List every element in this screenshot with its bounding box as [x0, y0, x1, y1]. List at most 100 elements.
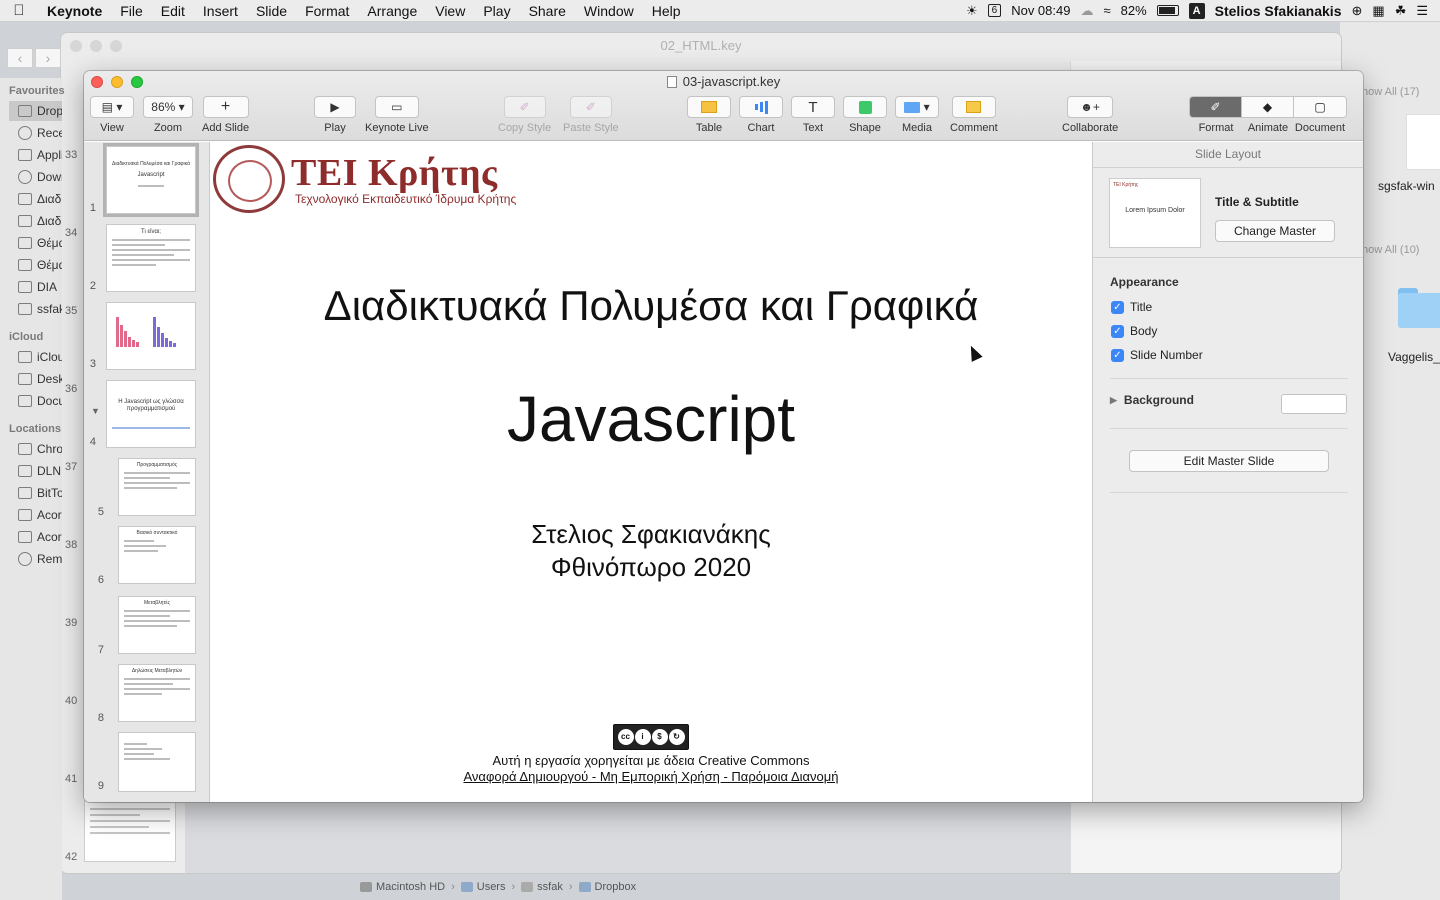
shape-button[interactable]: Shape	[843, 96, 887, 134]
animate-icon[interactable]: ◆	[1242, 97, 1294, 117]
sidebar-item-location[interactable]: Remote Disc	[18, 549, 62, 569]
chart-button[interactable]: Chart	[739, 96, 783, 134]
bluetooth-icon[interactable]: ⊕	[1351, 3, 1362, 19]
slide-thumbnail[interactable]: Η Javascript ως γλώσσα προγραμματισμού	[106, 380, 196, 448]
slide-thumbnail[interactable]: Μεταβλητές	[118, 596, 196, 654]
paintbrush-icon[interactable]: ✐	[1190, 97, 1242, 117]
menu-slide[interactable]: Slide	[247, 3, 296, 19]
shield-icon[interactable]: ☘	[1395, 3, 1407, 19]
sidebar-item-location[interactable]: Acorn	[18, 505, 62, 525]
slide-thumbnail[interactable]: Τι είναι;	[106, 224, 196, 292]
clock[interactable]: Nov 08:49	[1011, 3, 1070, 18]
menu-insert[interactable]: Insert	[194, 3, 247, 19]
collaborate-button[interactable]: ☻+ Collaborate	[1062, 96, 1118, 134]
calendar-icon[interactable]: 6	[987, 4, 1002, 17]
license-link[interactable]: Αναφορά Δημιουργού - Μη Εμπορική Χρήση -…	[210, 769, 1092, 784]
menu-view[interactable]: View	[426, 3, 474, 19]
slide-author[interactable]: Στελιος Σφακιανάκης Φθινόπωρο 2020	[210, 518, 1092, 584]
sidebar-item-location[interactable]: Acorn	[18, 527, 62, 547]
sidebar-item-home[interactable]: ssfak	[18, 299, 62, 319]
menu-play[interactable]: Play	[474, 3, 519, 19]
file-icon[interactable]	[1406, 114, 1440, 170]
menu-edit[interactable]: Edit	[152, 3, 194, 19]
slide-number-checkbox[interactable]: ✓ Slide Number	[1111, 348, 1203, 362]
comment-button[interactable]: Comment	[950, 96, 998, 134]
disclosure-triangle-icon[interactable]: ▼	[91, 406, 100, 416]
menu-share[interactable]: Share	[520, 3, 575, 19]
add-slide-button[interactable]: + Add Slide	[202, 96, 249, 134]
sidebar-item-documents[interactable]: Documents	[18, 391, 62, 411]
copy-style-button[interactable]: ✐ Copy Style	[498, 96, 551, 134]
zoom-popup[interactable]: 86% ▾ Zoom	[143, 96, 193, 134]
sidebar-item-folder[interactable]: Διαδικτυακά	[18, 189, 62, 209]
show-all-link[interactable]: how All (10)	[1362, 244, 1419, 256]
sidebar-item-location[interactable]: Chrome	[18, 439, 62, 459]
media-button[interactable]: ▾ Media	[895, 96, 939, 134]
path-crumb[interactable]: Users	[460, 881, 505, 893]
edit-master-slide-button[interactable]: Edit Master Slide	[1129, 450, 1329, 472]
menu-window[interactable]: Window	[575, 3, 643, 19]
tab-document[interactable]: Document	[1294, 122, 1346, 134]
sidebar-item-folder[interactable]: Θέματα	[18, 233, 62, 253]
document-icon[interactable]: ▢	[1294, 97, 1346, 117]
file-label[interactable]: sgsfak-win	[1378, 179, 1435, 193]
change-master-button[interactable]: Change Master	[1215, 220, 1335, 242]
folder-icon[interactable]	[1398, 288, 1440, 328]
sidebar-item-recents[interactable]: Recents	[18, 123, 62, 143]
slide-thumbnail[interactable]: Προγραμματισμός	[118, 458, 196, 516]
path-crumb[interactable]: Dropbox	[578, 881, 636, 893]
slide-title[interactable]: Διαδικτυακά Πολυμέσα και Γραφικά	[210, 282, 1092, 330]
battery-percent[interactable]: 82%	[1121, 3, 1147, 18]
sidebar-item-dropbox[interactable]: Dropbox	[9, 101, 62, 121]
sidebar-item-folder[interactable]: DIA	[18, 277, 62, 297]
user-name[interactable]: Stelios Sfakianakis	[1215, 3, 1342, 19]
sidebar-item-icloud-drive[interactable]: iCloud Drive	[18, 347, 62, 367]
slide-thumbnail[interactable]	[118, 732, 196, 792]
keyboard-icon[interactable]: ▦	[1372, 3, 1384, 19]
text-button[interactable]: T Text	[791, 96, 835, 134]
path-crumb[interactable]: Macintosh HD	[360, 881, 445, 893]
background-color-well[interactable]	[1281, 394, 1347, 414]
menu-help[interactable]: Help	[643, 3, 690, 19]
menu-format[interactable]: Format	[296, 3, 358, 19]
background-disclosure[interactable]: ▶ Background	[1110, 393, 1194, 407]
notification-center-icon[interactable]: ☰	[1416, 3, 1428, 19]
input-source-icon[interactable]: A	[1188, 2, 1205, 19]
sidebar-item-downloads[interactable]: Downloads	[18, 167, 62, 187]
tab-format[interactable]: Format	[1190, 122, 1242, 134]
path-crumb[interactable]: ssfak	[521, 881, 563, 893]
battery-icon[interactable]	[1156, 5, 1179, 16]
sidebar-item-folder[interactable]: Θέματα	[18, 255, 62, 275]
menu-file[interactable]: File	[111, 3, 152, 19]
back-icon[interactable]: ‹	[7, 48, 33, 68]
view-button[interactable]: ▤ ▾ View	[90, 96, 134, 134]
slide-subtitle[interactable]: Javascript	[210, 382, 1092, 456]
play-button[interactable]: ▶ Play	[314, 96, 356, 134]
cloud-icon[interactable]: ☁	[1080, 3, 1093, 19]
layout-preview[interactable]: ΤΕΙ Κρήτης Lorem Ipsum Dolor	[1109, 178, 1201, 248]
forward-icon[interactable]: ›	[35, 48, 61, 68]
sidebar-item-location[interactable]: DLN	[18, 461, 62, 481]
slide-thumbnail[interactable]	[106, 302, 196, 370]
body-checkbox[interactable]: ✓ Body	[1111, 324, 1157, 338]
slide-thumbnail[interactable]: Βασικό συντακτικό	[118, 526, 196, 584]
slide-thumbnail[interactable]: Διαδικτυακά Πολυμέσα και Γραφικά Javascr…	[103, 143, 199, 217]
folder-label[interactable]: Vaggelis_	[1388, 350, 1440, 364]
slide-thumbnail[interactable]: Δηλώσεις Μεταβλητών	[118, 664, 196, 722]
sidebar-item-desktop[interactable]: Desktop	[18, 369, 62, 389]
tab-animate[interactable]: Animate	[1242, 122, 1294, 134]
title-checkbox[interactable]: ✓ Title	[1111, 300, 1152, 314]
wifi-icon[interactable]: ≈	[1103, 3, 1110, 18]
paste-style-button[interactable]: ✐ Paste Style	[563, 96, 619, 134]
show-all-link[interactable]: how All (17)	[1362, 86, 1419, 98]
apple-menu-icon[interactable]: 	[0, 2, 38, 19]
background-slide-thumbnail[interactable]	[84, 800, 176, 862]
sidebar-item-location[interactable]: BitTorrent	[18, 483, 62, 503]
sun-icon[interactable]: ☀	[966, 3, 978, 19]
table-button[interactable]: Table	[687, 96, 731, 134]
sidebar-item-folder[interactable]: Διαδικτυακά	[18, 211, 62, 231]
keynote-live-button[interactable]: ▭ Keynote Live	[365, 96, 429, 134]
sidebar-item-applications[interactable]: Applications	[18, 145, 62, 165]
slide-canvas[interactable]: ΤΕΙ Κρήτης Τεχνολογικό Εκπαιδευτικό Ίδρυ…	[210, 142, 1092, 802]
menu-arrange[interactable]: Arrange	[358, 3, 426, 19]
